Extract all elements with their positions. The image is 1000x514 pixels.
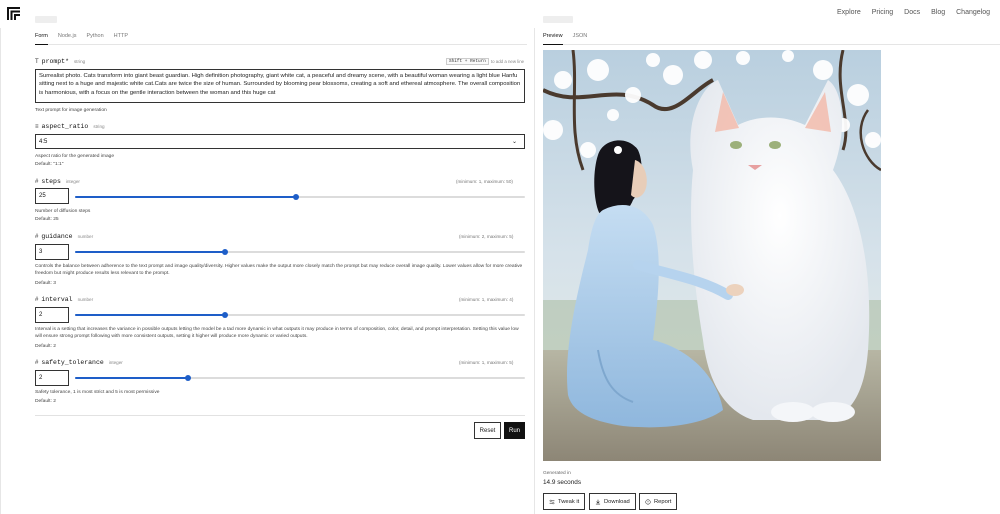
chevron-down-icon: ⌄ xyxy=(511,139,517,145)
logo-icon[interactable] xyxy=(7,7,20,20)
nav-blog[interactable]: Blog xyxy=(931,9,945,16)
hash-icon: # xyxy=(35,297,39,303)
enum-type-icon: ≡ xyxy=(35,124,39,130)
sliders-icon xyxy=(549,499,555,504)
top-nav: Explore Pricing Docs Blog Changelog xyxy=(837,9,990,16)
form-divider xyxy=(35,415,525,416)
steps-label: # steps integer xyxy=(35,178,80,185)
tab-form[interactable]: Form xyxy=(35,32,48,45)
report-label: Report xyxy=(654,498,672,505)
reset-button[interactable]: Reset xyxy=(474,422,501,439)
interval-slider-thumb[interactable] xyxy=(221,312,228,318)
tab-python[interactable]: Python xyxy=(87,32,104,45)
output-title-placeholder xyxy=(543,16,573,23)
tab-nodejs[interactable]: Node.js xyxy=(58,32,77,45)
prompt-textarea[interactable]: Surrealist photo. Cats transform into gi… xyxy=(35,69,525,103)
output-panel: Preview JSON xyxy=(535,28,1000,514)
aspect-ratio-label: ≡ aspect_ratio string xyxy=(35,123,105,130)
interval-default: Default: 2 xyxy=(35,344,56,349)
aspect-ratio-default: Default: "1:1" xyxy=(35,162,64,167)
interval-label: # interval number xyxy=(35,296,93,303)
interval-slider-fill xyxy=(75,314,225,316)
steps-description: Number of diffusion steps xyxy=(35,209,91,214)
nav-explore[interactable]: Explore xyxy=(837,9,861,16)
tab-json[interactable]: JSON xyxy=(573,32,588,45)
steps-name: steps xyxy=(41,178,61,185)
run-button[interactable]: Run xyxy=(504,422,525,439)
steps-slider[interactable] xyxy=(75,194,525,200)
top-bar: Explore Pricing Docs Blog Changelog xyxy=(0,0,1000,28)
safety-tolerance-name: safety_tolerance xyxy=(41,359,104,366)
safety-tolerance-type: integer xyxy=(108,360,123,365)
nav-docs[interactable]: Docs xyxy=(904,9,920,16)
download-label: Download xyxy=(604,498,630,505)
interval-slider[interactable] xyxy=(75,312,525,318)
prompt-type: string xyxy=(73,59,86,64)
prompt-name: prompt* xyxy=(41,58,69,65)
steps-type: integer xyxy=(65,179,80,184)
steps-default: Default: 25 xyxy=(35,217,59,222)
guidance-input[interactable]: 3 xyxy=(35,244,69,260)
model-title-placeholder xyxy=(35,16,57,23)
tab-preview[interactable]: Preview xyxy=(543,32,563,45)
safety-tolerance-default: Default: 2 xyxy=(35,399,56,404)
aspect-ratio-description: Aspect ratio for the generated image xyxy=(35,154,115,159)
code-tabs: Form Node.js Python HTTP xyxy=(35,32,527,45)
safety-tolerance-label: # safety_tolerance integer xyxy=(35,359,123,366)
generated-in-label: Generated in xyxy=(543,471,571,476)
safety-tolerance-slider-fill xyxy=(75,377,188,379)
aspect-ratio-select[interactable]: 4:5 ⌄ xyxy=(35,134,525,149)
prompt-description: Text prompt for image generation xyxy=(35,108,107,113)
guidance-name: guidance xyxy=(41,233,73,240)
generated-time: 14.9 seconds xyxy=(543,479,582,486)
nav-pricing[interactable]: Pricing xyxy=(872,9,893,16)
newline-hint-text: to add a new line xyxy=(490,59,525,64)
steps-slider-thumb[interactable] xyxy=(292,194,299,200)
tab-http[interactable]: HTTP xyxy=(114,32,128,45)
guidance-default: Default: 3 xyxy=(35,281,56,286)
safety-tolerance-slider-thumb[interactable] xyxy=(184,375,191,381)
aspect-ratio-value: 4:5 xyxy=(39,139,48,145)
steps-input[interactable]: 25 xyxy=(35,188,69,204)
aspect-ratio-type: string xyxy=(93,124,105,129)
flag-icon xyxy=(645,498,651,505)
guidance-slider-fill xyxy=(75,251,225,253)
tweak-label: Tweak it xyxy=(558,498,580,505)
guidance-description: Controls the balance between adherence t… xyxy=(35,264,523,276)
generated-image[interactable] xyxy=(543,50,881,461)
hash-icon: # xyxy=(35,234,39,240)
guidance-slider[interactable] xyxy=(75,249,525,255)
guidance-type: number xyxy=(77,234,94,239)
aspect-ratio-name: aspect_ratio xyxy=(41,123,89,130)
output-tabs: Preview JSON xyxy=(543,32,1000,45)
steps-range: (minimum: 1, maximum: 50) xyxy=(456,179,513,184)
safety-tolerance-input[interactable]: 2 xyxy=(35,370,69,386)
guidance-slider-thumb[interactable] xyxy=(221,249,228,255)
report-button[interactable]: Report xyxy=(639,493,678,510)
interval-name: interval xyxy=(41,296,73,303)
shift-return-key: Shift + Return xyxy=(446,58,489,65)
hash-icon: # xyxy=(35,179,39,185)
interval-input[interactable]: 2 xyxy=(35,307,69,323)
hash-icon: # xyxy=(35,360,39,366)
download-button[interactable]: Download xyxy=(589,493,636,510)
text-type-icon: T xyxy=(35,59,39,65)
prompt-label: T prompt* string xyxy=(35,58,85,65)
tweak-button[interactable]: Tweak it xyxy=(543,493,586,510)
interval-type: number xyxy=(77,297,94,302)
guidance-label: # guidance number xyxy=(35,233,93,240)
safety-tolerance-slider[interactable] xyxy=(75,375,525,381)
interval-description: Interval is a setting that increases the… xyxy=(35,327,519,339)
nav-changelog[interactable]: Changelog xyxy=(956,9,990,16)
steps-slider-fill xyxy=(75,196,296,198)
newline-hint: Shift + Return to add a new line xyxy=(446,58,524,65)
safety-tolerance-description: Safety tolerance, 1 is most strict and 5… xyxy=(35,390,160,395)
download-icon xyxy=(595,499,601,504)
